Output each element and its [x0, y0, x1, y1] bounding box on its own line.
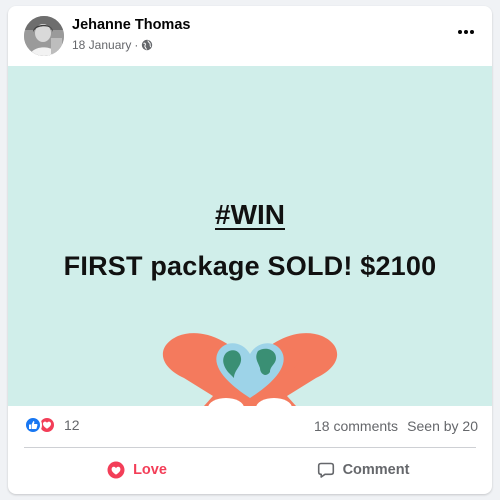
heart-hands-illustration	[162, 333, 338, 406]
post-meta: 18 January ·	[72, 38, 153, 52]
seen-by-count[interactable]: Seen by 20	[407, 418, 478, 434]
post-image[interactable]: #WIN FIRST package SOLD! $2100	[8, 66, 492, 406]
post-stats: 12 18 comments Seen by 20	[8, 406, 492, 444]
like-icon	[24, 416, 42, 434]
meta-separator: ·	[134, 38, 139, 52]
reactions-count: 12	[64, 417, 80, 433]
more-options-icon[interactable]	[454, 24, 478, 40]
post-card: Jehanne Thomas 18 January · #WIN FIRST p…	[8, 6, 492, 494]
image-headline: FIRST package SOLD! $2100	[63, 251, 437, 281]
avatar-photo	[24, 16, 64, 56]
image-hashtag: #WIN	[215, 199, 285, 230]
globe-icon	[141, 39, 153, 51]
comment-button[interactable]: Comment	[250, 450, 476, 490]
love-label: Love	[133, 462, 167, 478]
comment-label: Comment	[342, 462, 410, 478]
post-date[interactable]: 18 January	[72, 38, 131, 52]
actions-divider	[24, 447, 476, 448]
post-header: Jehanne Thomas 18 January ·	[8, 6, 492, 66]
reactions-summary[interactable]: 12	[24, 416, 80, 434]
post-actions: Love Comment	[24, 450, 476, 490]
avatar[interactable]	[24, 16, 64, 56]
author-name[interactable]: Jehanne Thomas	[72, 17, 190, 33]
comment-icon	[317, 461, 335, 479]
love-button[interactable]: Love	[24, 450, 250, 490]
comments-count[interactable]: 18 comments	[314, 418, 398, 434]
love-reaction-icon	[107, 461, 125, 479]
